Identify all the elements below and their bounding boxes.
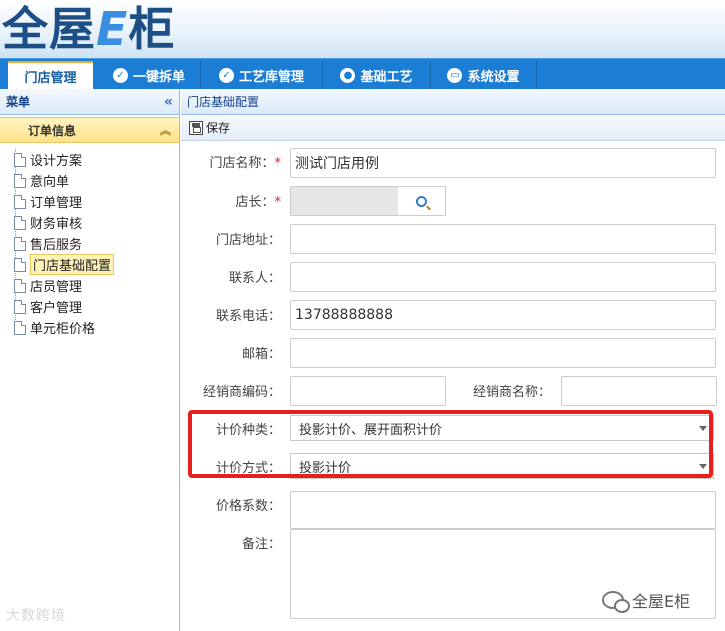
main-panel: 门店基础配置 保存 门店名称：* 测试门店用例 店长：* 门店地址： 联系人： … — [181, 89, 725, 631]
contact-input[interactable] — [290, 262, 716, 292]
sidebar-item-store-config[interactable]: 门店基础配置 — [0, 254, 179, 275]
double-chevron-up-icon[interactable]: ︽ — [160, 122, 171, 138]
toolbar: 保存 — [181, 115, 725, 141]
drop-icon: ● — [340, 68, 356, 83]
phone-input[interactable]: 13788888888 — [290, 300, 716, 330]
app-header: 全屋 E 柜 — [0, 0, 725, 58]
pricing-method-label: 计价方式： — [215, 461, 281, 476]
double-chevron-left-icon[interactable]: « — [164, 94, 173, 110]
sidebar-item-design-plan[interactable]: 设计方案 — [0, 149, 179, 170]
tab-process-library[interactable]: ✓ 工艺库管理 — [201, 61, 323, 90]
email-label: 邮箱： — [241, 347, 281, 362]
top-nav: 门店管理 ✓ 一键拆单 ✓ 工艺库管理 ● 基础工艺 ▭ 系统设置 — [0, 58, 725, 90]
floppy-disk-icon — [189, 120, 203, 135]
app-logo: 全屋 E 柜 — [2, 2, 176, 56]
monitor-icon: ▭ — [447, 68, 463, 83]
document-icon — [14, 257, 26, 272]
sidebar-title: 菜单 — [6, 95, 31, 109]
watermark-right: 全屋E柜 — [602, 588, 690, 613]
contact-label: 联系人： — [228, 271, 281, 286]
dealer-code-input[interactable] — [290, 376, 446, 406]
tab-basic-process[interactable]: ● 基础工艺 — [323, 61, 431, 90]
document-icon — [14, 278, 26, 293]
dealer-code-label: 经销商编码： — [202, 385, 281, 400]
email-input[interactable] — [290, 338, 716, 368]
wechat-icon — [602, 591, 630, 613]
document-icon — [14, 299, 26, 314]
sidebar-tree: 设计方案 意向单 订单管理 财务审核 售后服务 门店基础配置 店员管理 客户管理… — [0, 143, 179, 338]
price-coefficient-label: 价格系数： — [215, 499, 281, 514]
dealer-name-input[interactable] — [561, 376, 717, 406]
sidebar-group-label: 订单信息 — [28, 123, 77, 138]
document-icon — [14, 194, 26, 209]
store-name-label: 门店名称：* — [209, 156, 281, 171]
save-button[interactable]: 保存 — [189, 119, 230, 136]
document-icon — [14, 215, 26, 230]
search-icon — [416, 195, 427, 207]
manager-search-button[interactable] — [398, 186, 446, 216]
dropdown-caret-icon — [699, 464, 707, 469]
manager-input[interactable] — [290, 186, 399, 216]
pricing-type-label: 计价种类： — [215, 423, 281, 438]
price-coefficient-input[interactable] — [290, 491, 716, 529]
sidebar-item-finance-review[interactable]: 财务审核 — [0, 212, 179, 233]
manager-label: 店长：* — [235, 195, 281, 210]
sidebar-item-staff-management[interactable]: 店员管理 — [0, 275, 179, 296]
check-circle-icon: ✓ — [218, 68, 234, 83]
dealer-name-label: 经销商名称： — [472, 385, 551, 400]
document-icon — [14, 152, 26, 167]
sidebar: 菜单 « 订单信息 ︽ 设计方案 意向单 订单管理 财务审核 售后服务 门店基础… — [0, 89, 180, 631]
sidebar-item-order-management[interactable]: 订单管理 — [0, 191, 179, 212]
sidebar-item-intent-order[interactable]: 意向单 — [0, 170, 179, 191]
tab-one-click-split[interactable]: ✓ 一键拆单 — [98, 61, 201, 90]
sidebar-group-order-info[interactable]: 订单信息 ︽ — [0, 117, 179, 143]
document-icon — [14, 236, 26, 251]
check-circle-icon: ✓ — [112, 68, 128, 83]
store-name-input[interactable]: 测试门店用例 — [290, 148, 716, 178]
tab-system-settings[interactable]: ▭ 系统设置 — [431, 61, 537, 90]
sidebar-header: 菜单 « — [0, 89, 179, 115]
remark-label: 备注： — [241, 537, 281, 552]
watermark-left: 大数跨境 — [6, 608, 66, 624]
pricing-method-select[interactable]: 投影计价 — [290, 453, 714, 479]
sidebar-item-after-sales[interactable]: 售后服务 — [0, 233, 179, 254]
pricing-type-select[interactable]: 投影计价、展开面积计价 — [290, 415, 714, 441]
document-icon — [14, 173, 26, 188]
tab-store-management[interactable]: 门店管理 — [8, 61, 93, 90]
phone-label: 联系电话： — [215, 309, 281, 324]
breadcrumb: 门店基础配置 — [181, 89, 725, 115]
sidebar-item-cabinet-price[interactable]: 单元柜价格 — [0, 317, 179, 338]
document-icon — [14, 320, 26, 335]
address-label: 门店地址： — [215, 233, 281, 248]
dropdown-caret-icon — [699, 426, 707, 431]
address-input[interactable] — [290, 224, 716, 254]
sidebar-item-customer-management[interactable]: 客户管理 — [0, 296, 179, 317]
